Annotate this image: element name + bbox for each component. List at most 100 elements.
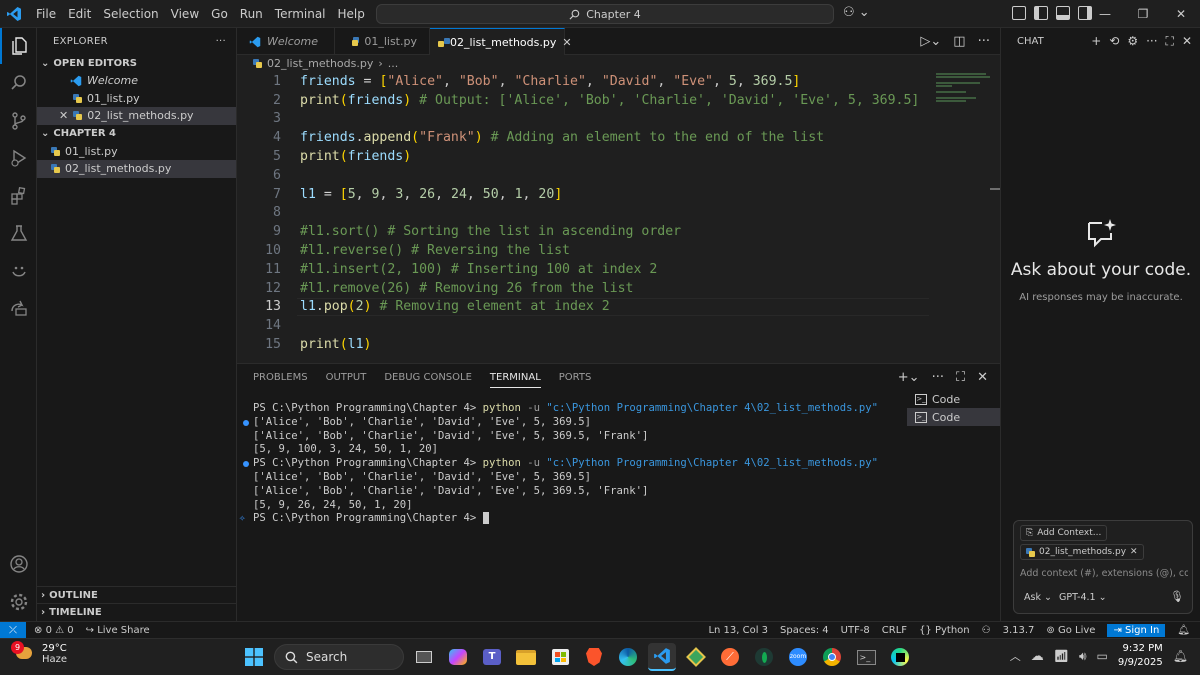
wifi-icon[interactable]: 📶︎ [1054,649,1069,663]
brave-browser-icon[interactable] [580,643,608,671]
mode-picker[interactable]: Ask ⌄ [1024,592,1052,603]
show-hidden-icons-icon[interactable]: ︿ [1010,648,1021,664]
menu-terminal[interactable]: Terminal [269,0,332,28]
weather-widget[interactable]: 9 29°C Haze [11,641,67,665]
new-chat-icon[interactable]: + [1091,34,1101,49]
scrollbar-marker[interactable] [990,188,1000,190]
file-explorer-icon[interactable] [512,643,540,671]
tab-02-list-methods[interactable]: 02_list_methods.py ✕ [430,28,572,55]
open-editor-01-list[interactable]: 01_list.py [37,90,236,108]
tab-01-list[interactable]: 01_list.py [335,28,430,55]
breadcrumb-file[interactable]: 02_list_methods.py [267,57,373,70]
edge-browser-icon[interactable] [614,643,642,671]
extensions-icon[interactable] [0,178,37,214]
chat-input-field[interactable]: Add context (#), extensions (@), com [1020,568,1188,579]
live-share-status[interactable]: ↪ Live Share [86,625,150,636]
clock[interactable]: 9:32 PM 9/9/2025 [1118,642,1163,670]
copilot-chat-icon[interactable] [0,253,37,289]
onedrive-icon[interactable]: ☁ [1031,649,1044,664]
cursor-position[interactable]: Ln 13, Col 3 [708,625,768,636]
notification-center-icon[interactable]: 🔔︎ [1173,649,1188,663]
add-context-button[interactable]: ⎘ Add Context... [1020,525,1108,541]
search-icon[interactable] [0,65,37,101]
accounts-icon[interactable] [0,546,37,582]
new-terminal-icon[interactable]: +⌄ [898,370,920,385]
remote-explorer-icon[interactable] [0,290,37,326]
zoom-icon[interactable]: zoom [784,643,812,671]
teams-icon[interactable]: T [478,643,506,671]
menu-go[interactable]: Go [205,0,234,28]
notifications-bell-icon[interactable]: 🔔︎ [1177,625,1190,636]
vscode-taskbar-icon[interactable] [648,643,676,671]
tab-terminal[interactable]: TERMINAL [489,372,541,388]
git-app-icon[interactable] [682,643,710,671]
manage-gear-icon[interactable] [0,584,37,620]
toggle-primary-sidebar-icon[interactable] [1034,6,1048,20]
terminal-list-item[interactable]: >_ Code [907,390,1000,408]
testing-icon[interactable] [0,215,37,251]
minimap[interactable] [936,72,992,102]
remote-indicator-icon[interactable]: ⤫ [0,621,26,639]
menu-run[interactable]: Run [234,0,269,28]
microphone-icon[interactable]: 🎙 [1170,590,1184,603]
postman-icon[interactable]: ⟋ [716,643,744,671]
more-actions-icon[interactable]: ··· [216,36,226,47]
maximize-icon[interactable]: ❐ [1124,0,1162,28]
file-02-list-methods[interactable]: 02_list_methods.py [37,160,236,178]
copilot-app-icon[interactable] [444,643,472,671]
more-actions-icon[interactable]: ··· [932,370,944,385]
file-01-list[interactable]: 01_list.py [37,143,236,161]
maximize-icon[interactable]: ⛶ [1166,34,1174,49]
chat-input-box[interactable]: ⎘ Add Context... 02_list_methods.py ✕ Ad… [1013,520,1193,614]
split-editor-icon[interactable]: ◫ [953,34,965,49]
command-center-search[interactable]: Chapter 4 [376,4,834,24]
explorer-icon[interactable] [0,28,37,64]
outline-section[interactable]: › OUTLINE [37,586,237,603]
close-panel-icon[interactable]: ✕ [977,370,988,385]
menu-file[interactable]: File [30,0,62,28]
command-success-icon[interactable] [243,419,249,426]
pycharm-icon[interactable] [886,643,914,671]
tab-welcome[interactable]: Welcome [237,28,335,55]
context-file-chip[interactable]: 02_list_methods.py ✕ [1020,544,1144,560]
toggle-panel-icon[interactable] [1056,6,1070,20]
history-icon[interactable]: ⟲ [1109,34,1119,49]
task-view-icon[interactable] [410,643,438,671]
minimize-icon[interactable]: — [1086,0,1124,28]
menu-selection[interactable]: Selection [97,0,164,28]
tab-ports[interactable]: PORTS [559,372,592,388]
menu-edit[interactable]: Edit [62,0,97,28]
close-icon[interactable]: ✕ [1182,34,1192,49]
folder-section[interactable]: ⌄ CHAPTER 4 [37,125,236,143]
language-mode[interactable]: {} Python [919,625,970,636]
volume-icon[interactable]: 🔊︎ [1079,649,1087,664]
open-editor-welcome[interactable]: Welcome [37,72,236,90]
encoding[interactable]: UTF-8 [841,625,870,636]
terminal-app-icon[interactable]: >_ [852,643,880,671]
open-editors-section[interactable]: ⌄ OPEN EDITORS [37,54,236,72]
vscode-logo-icon[interactable] [0,0,28,28]
gear-icon[interactable]: ⚙ [1127,34,1138,49]
more-actions-icon[interactable]: ··· [1146,34,1157,49]
run-debug-icon[interactable] [0,140,37,176]
battery-icon[interactable]: ▭ [1097,649,1108,663]
tab-output[interactable]: OUTPUT [326,372,367,388]
open-editor-02-list-methods[interactable]: ✕ 02_list_methods.py [37,107,236,125]
problems-status[interactable]: ⊗ 0 ⚠ 0 [34,625,74,636]
code-editor[interactable]: 1 friends = ["Alice", "Bob", "Charlie", "… [237,72,937,362]
command-success-icon[interactable] [243,461,249,468]
menu-view[interactable]: View [165,0,205,28]
remove-context-icon[interactable]: ✕ [1130,547,1138,557]
customize-layout-icon[interactable] [1012,6,1026,20]
maximize-panel-icon[interactable]: ⛶ [956,370,965,385]
python-interpreter[interactable]: 3.13.7 [1003,625,1035,636]
taskbar-search[interactable]: Search [274,644,404,670]
menu-help[interactable]: Help [332,0,371,28]
windows-start-icon[interactable] [240,643,268,671]
close-tab-icon[interactable]: ✕ [562,36,571,49]
sparkle-icon[interactable]: ✧ [239,512,245,524]
microsoft-store-icon[interactable] [546,643,574,671]
copilot-icon[interactable]: ⚇ ⌄ [843,5,870,20]
sign-in-button[interactable]: ⇥ Sign In [1107,623,1166,637]
close-icon[interactable]: ✕ [1162,0,1200,28]
